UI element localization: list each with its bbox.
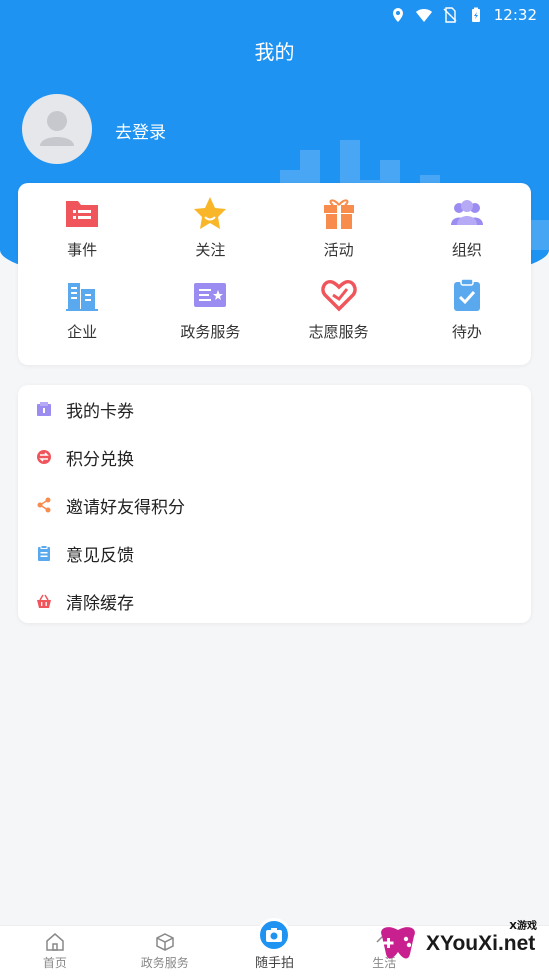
- grid-label: 关注: [195, 241, 226, 259]
- gamepad-logo-icon: [381, 927, 415, 959]
- menu-label: 我的卡券: [66, 401, 134, 422]
- feature-grid: 事件 关注 活动 组织 企业 政务服务 志愿服务 待办: [18, 183, 531, 365]
- menu-item-feedback[interactable]: 意见反馈: [18, 529, 531, 577]
- page-title: 我的: [254, 40, 295, 64]
- share-icon: [37, 497, 51, 513]
- menu-item-clear-cache[interactable]: 清除缓存: [18, 577, 531, 625]
- home-icon: [46, 933, 64, 951]
- menu-label: 清除缓存: [66, 593, 134, 614]
- status-time: 12:32: [493, 6, 537, 24]
- id-card-icon: [194, 283, 227, 307]
- menu-item-points-exchange[interactable]: 积分兑换: [18, 433, 531, 481]
- bottom-tab-bar: 首页 政务服务 随手拍 生活 XYouXi.net X游戏: [0, 918, 549, 977]
- grid-item-events[interactable]: 事件: [18, 195, 146, 277]
- grid-label: 组织: [451, 241, 482, 259]
- basket-icon: [37, 594, 51, 608]
- menu-list: 我的卡券 积分兑换 邀请好友得积分 意见反馈 清除缓存: [18, 385, 531, 623]
- grid-label: 志愿服务: [308, 323, 369, 341]
- star-icon: [194, 197, 227, 229]
- feedback-icon: [38, 545, 50, 561]
- grid-label: 事件: [67, 241, 98, 259]
- status-bar: 12:32: [0, 0, 549, 30]
- clipboard-check-icon: [453, 278, 480, 311]
- gift-icon: [323, 199, 354, 229]
- grid-label: 待办: [451, 323, 482, 341]
- grid-label: 政务服务: [180, 323, 241, 341]
- watermark-text: XYouXi.net: [426, 932, 536, 955]
- user-silhouette-icon: [40, 111, 74, 146]
- menu-label: 邀请好友得积分: [66, 497, 185, 518]
- menu-label: 积分兑换: [66, 449, 134, 470]
- tab-snapshot[interactable]: 随手拍: [220, 918, 330, 977]
- battery-icon: [471, 7, 480, 22]
- grid-item-volunteer-services[interactable]: 志愿服务: [275, 277, 403, 359]
- coupon-icon: [37, 402, 51, 416]
- menu-item-invite-friends[interactable]: 邀请好友得积分: [18, 481, 531, 529]
- tab-government-services[interactable]: 政务服务: [110, 926, 220, 977]
- avatar[interactable]: [22, 94, 92, 164]
- grid-item-follow[interactable]: 关注: [146, 195, 274, 277]
- tab-label: 随手拍: [254, 956, 294, 971]
- group-icon: [450, 200, 483, 225]
- grid-item-government-services[interactable]: 政务服务: [146, 277, 274, 359]
- camera-icon: [266, 928, 283, 942]
- exchange-icon: [37, 450, 51, 464]
- tab-label: 首页: [42, 956, 67, 970]
- grid-label: 企业: [67, 323, 98, 341]
- tab-home[interactable]: 首页: [0, 926, 110, 977]
- login-link[interactable]: 去登录: [115, 118, 166, 143]
- watermark-logo: XYouXi.net X游戏: [376, 921, 541, 967]
- camera-button[interactable]: [257, 918, 292, 952]
- location-icon: [392, 8, 403, 22]
- cube-icon: [155, 933, 174, 951]
- grid-item-todo[interactable]: 待办: [403, 277, 531, 359]
- grid-label: 活动: [323, 241, 354, 259]
- no-sim-icon: [443, 7, 457, 23]
- grid-item-organization[interactable]: 组织: [403, 195, 531, 277]
- heart-hand-icon: [320, 279, 357, 312]
- folder-list-icon: [66, 201, 99, 227]
- grid-item-enterprise[interactable]: 企业: [18, 277, 146, 359]
- grid-item-activities[interactable]: 活动: [275, 195, 403, 277]
- watermark-small-text: X游戏: [509, 921, 537, 932]
- menu-item-my-coupons[interactable]: 我的卡券: [18, 385, 531, 433]
- menu-label: 意见反馈: [66, 545, 134, 566]
- building-icon: [66, 283, 99, 311]
- wifi-icon: [415, 9, 432, 22]
- tab-label: 政务服务: [140, 956, 189, 970]
